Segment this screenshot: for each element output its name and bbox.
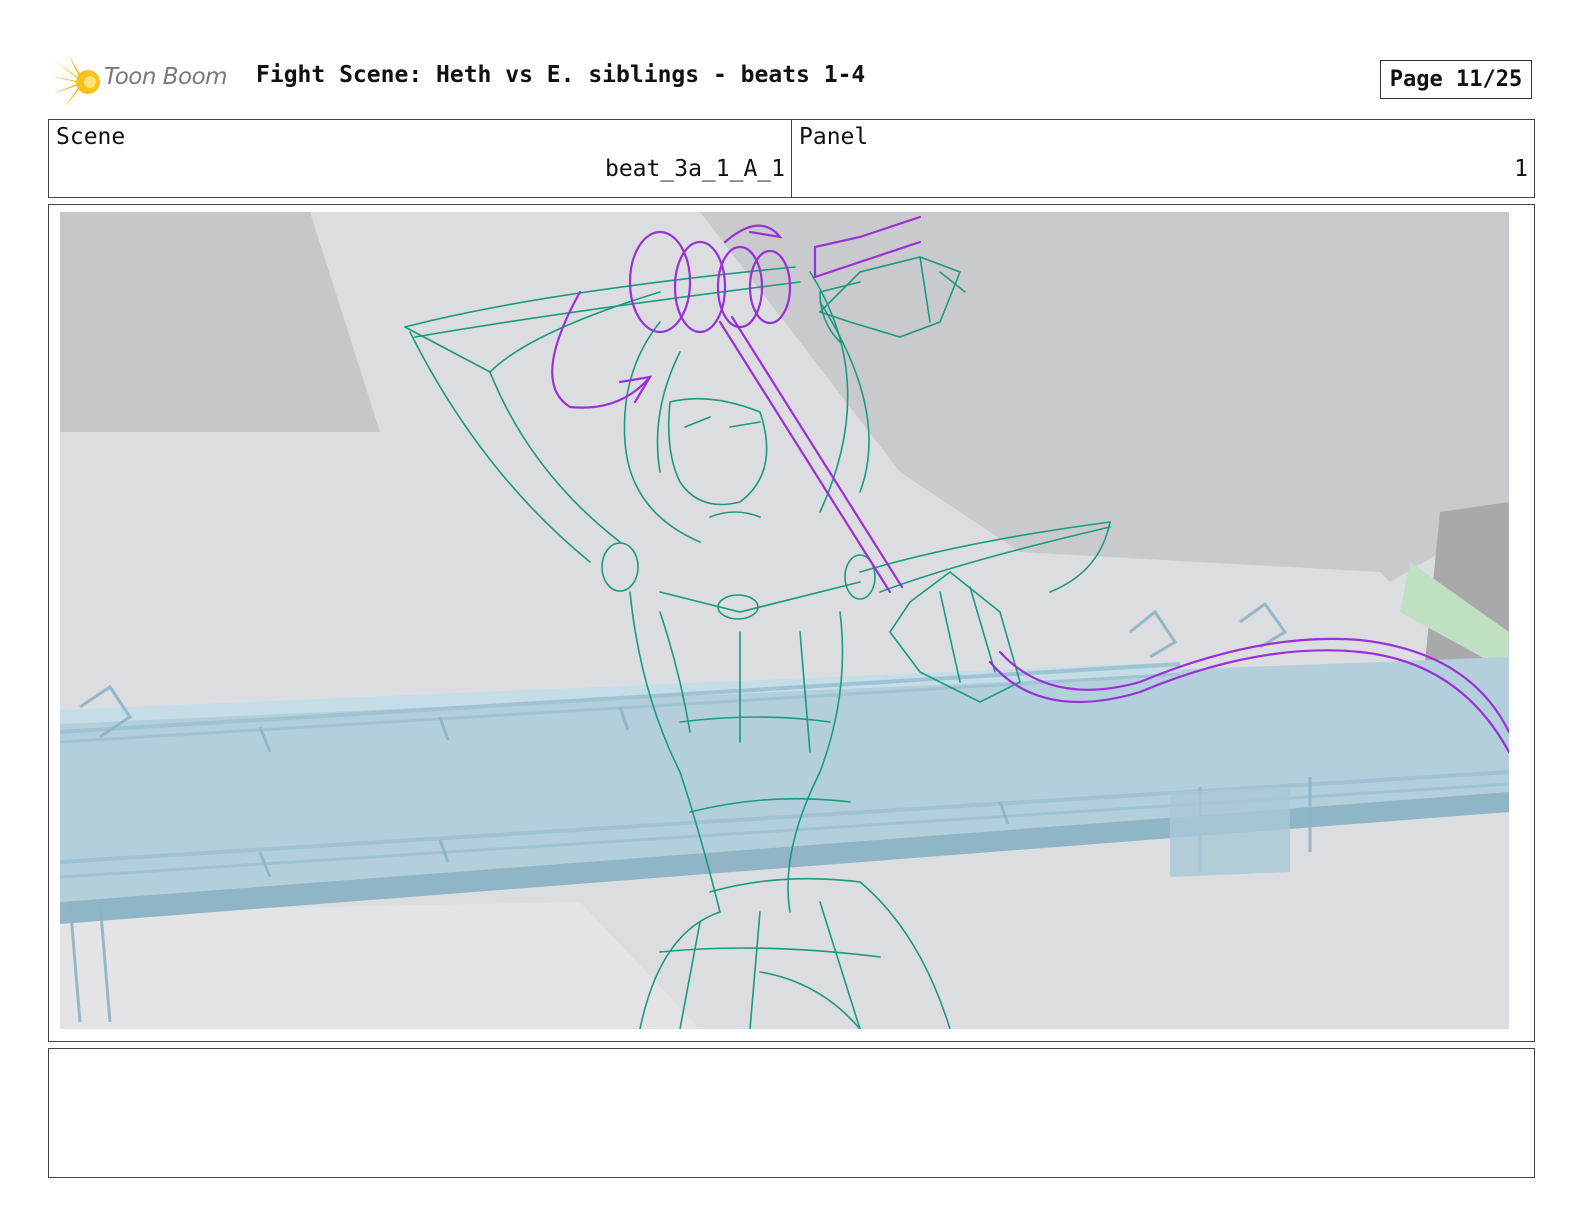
panel-sketch-image bbox=[60, 212, 1509, 1029]
document-title: Fight Scene: Heth vs E. siblings - beats… bbox=[256, 62, 866, 88]
scene-value: beat_3a_1_A_1 bbox=[604, 156, 785, 182]
scene-label: Scene bbox=[56, 124, 126, 150]
panel-value: 1 bbox=[1514, 156, 1528, 182]
toon-boom-logo: Toon Boom bbox=[50, 52, 240, 110]
logo-text: Toon Boom bbox=[104, 64, 228, 90]
storyboard-frame bbox=[48, 204, 1535, 1042]
panel-label: Panel bbox=[799, 124, 869, 150]
notes-box bbox=[48, 1048, 1535, 1178]
starburst-icon bbox=[50, 54, 100, 108]
page-indicator: Page 11/25 bbox=[1380, 60, 1532, 99]
scene-cell: Scene beat_3a_1_A_1 bbox=[49, 120, 792, 197]
panel-cell: Panel 1 bbox=[792, 120, 1534, 197]
scene-panel-info: Scene beat_3a_1_A_1 Panel 1 bbox=[48, 119, 1535, 198]
